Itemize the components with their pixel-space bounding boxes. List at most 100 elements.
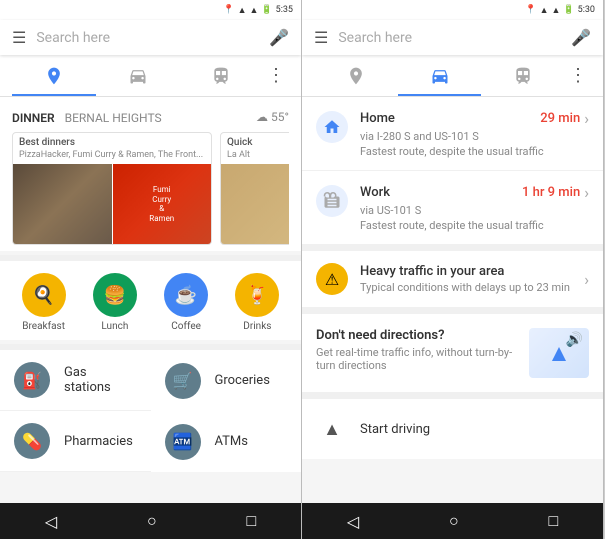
traffic-icon: ⚠ bbox=[316, 263, 348, 295]
right-back-button[interactable]: ◁ bbox=[327, 508, 379, 535]
work-route-icon bbox=[316, 185, 348, 217]
work-route-title: Work bbox=[360, 185, 390, 200]
breakfast-item[interactable]: 🍳 Breakfast bbox=[22, 273, 66, 332]
left-tab-driving[interactable] bbox=[96, 56, 180, 96]
card-best-dinners-label: Best dinners bbox=[13, 133, 211, 150]
right-mic-icon[interactable]: 🎤 bbox=[571, 28, 591, 47]
gas-icon: ⛽ bbox=[14, 362, 50, 398]
wifi-icon: ▲ bbox=[250, 5, 259, 16]
atms-item[interactable]: 🏧 ATMs bbox=[151, 411, 302, 472]
right-home-button[interactable]: ○ bbox=[429, 507, 479, 535]
quick-img-placeholder bbox=[221, 164, 289, 244]
home-note: Fastest route, despite the usual traffic bbox=[360, 145, 589, 158]
right-phone: 📍 ▲ ▲ 🔋 5:30 ☰ Search here 🎤 ⋮ bbox=[302, 0, 604, 539]
right-battery-icon: 🔋 bbox=[563, 5, 574, 15]
left-back-button[interactable]: ◁ bbox=[25, 508, 77, 535]
left-time: 5:35 bbox=[276, 5, 293, 15]
right-tab-more[interactable]: ⋮ bbox=[565, 55, 591, 96]
right-time: 5:30 bbox=[578, 5, 595, 15]
traffic-subtitle: Typical conditions with delays up to 23 … bbox=[360, 281, 572, 294]
gas-stations-item[interactable]: ⛽ Gas stations bbox=[0, 350, 151, 411]
gas-label: Gas stations bbox=[64, 365, 137, 395]
restaurant1-image bbox=[13, 164, 112, 244]
list-row-2: 💊 Pharmacies 🏧 ATMs bbox=[0, 411, 301, 472]
pharmacies-label: Pharmacies bbox=[64, 434, 133, 449]
right-tab-driving[interactable] bbox=[398, 56, 482, 96]
left-mic-icon[interactable]: 🎤 bbox=[269, 28, 289, 47]
left-status-bar: 📍 ▲ ▲ 🔋 5:35 bbox=[0, 0, 301, 20]
quick-card[interactable]: Quick La Alt bbox=[220, 132, 289, 245]
right-wifi-icon: ▲ bbox=[552, 5, 561, 16]
home-route-content: Home 29 min › via I-280 S and US-101 S F… bbox=[360, 109, 589, 158]
right-search-input[interactable]: Search here bbox=[338, 30, 561, 46]
left-tab-transit[interactable] bbox=[179, 56, 263, 96]
coffee-label: Coffee bbox=[171, 321, 201, 332]
atms-icon: 🏧 bbox=[165, 424, 201, 460]
right-status-bar: 📍 ▲ ▲ 🔋 5:30 bbox=[302, 0, 603, 20]
right-hamburger-icon[interactable]: ☰ bbox=[314, 28, 328, 47]
lunch-item[interactable]: 🍔 Lunch bbox=[93, 273, 137, 332]
left-tab-explore[interactable] bbox=[12, 56, 96, 96]
work-route[interactable]: Work 1 hr 9 min › via US-101 S Fastest r… bbox=[302, 171, 603, 245]
right-content: Home 29 min › via I-280 S and US-101 S F… bbox=[302, 97, 603, 503]
right-tab-explore[interactable] bbox=[314, 56, 398, 96]
restaurant-cards: Best dinners PizzaHacker, Fumi Curry & R… bbox=[12, 132, 289, 245]
left-home-button[interactable]: ○ bbox=[127, 507, 177, 535]
drinks-item[interactable]: 🍹 Drinks bbox=[235, 273, 279, 332]
home-time-row: 29 min › bbox=[540, 109, 589, 128]
pharmacies-item[interactable]: 💊 Pharmacies bbox=[0, 411, 151, 472]
traffic-title: Heavy traffic in your area bbox=[360, 264, 572, 279]
drinks-icon-circle: 🍹 bbox=[235, 273, 279, 317]
right-recent-button[interactable]: □ bbox=[528, 507, 578, 535]
breakfast-label: Breakfast bbox=[22, 321, 65, 332]
right-nav-tabs: ⋮ bbox=[302, 55, 603, 97]
work-route-meta: Work 1 hr 9 min › bbox=[360, 183, 589, 202]
dinner-section: DINNER BERNAL HEIGHTS ☁ 55° Best dinners… bbox=[0, 97, 301, 251]
left-search-input[interactable]: Search here bbox=[36, 30, 259, 46]
home-route-row: Home 29 min › via I-280 S and US-101 S F… bbox=[316, 109, 589, 158]
restaurant2-image: FumiCurry&Ramen bbox=[112, 164, 212, 244]
coffee-item[interactable]: ☕ Coffee bbox=[164, 273, 208, 332]
right-tab-transit[interactable] bbox=[481, 56, 565, 96]
places-list: ⛽ Gas stations 🛒 Groceries 💊 Pharmacies … bbox=[0, 350, 301, 472]
no-dir-graphic: 🔊 ▲ bbox=[529, 328, 589, 378]
home-route[interactable]: Home 29 min › via I-280 S and US-101 S F… bbox=[302, 97, 603, 171]
work-route-content: Work 1 hr 9 min › via US-101 S Fastest r… bbox=[360, 183, 589, 232]
left-search-bar: ☰ Search here 🎤 bbox=[0, 20, 301, 55]
start-driving-icon: ▲ bbox=[316, 413, 348, 445]
main-restaurant-card[interactable]: Best dinners PizzaHacker, Fumi Curry & R… bbox=[12, 132, 212, 245]
start-driving[interactable]: ▲ Start driving bbox=[302, 399, 603, 459]
drinks-label: Drinks bbox=[243, 321, 271, 332]
restaurant2-text: FumiCurry&Ramen bbox=[149, 185, 174, 223]
list-row-1: ⛽ Gas stations 🛒 Groceries bbox=[0, 350, 301, 411]
home-route-title: Home bbox=[360, 111, 395, 126]
work-route-arrow: › bbox=[584, 183, 589, 202]
card-images: FumiCurry&Ramen bbox=[13, 164, 211, 244]
home-route-arrow: › bbox=[584, 109, 589, 128]
left-recent-button[interactable]: □ bbox=[226, 507, 276, 535]
breakfast-icon-circle: 🍳 bbox=[22, 273, 66, 317]
right-location-icon: 📍 bbox=[525, 5, 536, 15]
work-time-row: 1 hr 9 min › bbox=[522, 183, 589, 202]
card-best-dinners-sub: PizzaHacker, Fumi Curry & Ramen, The Fro… bbox=[13, 150, 211, 164]
right-status-icons: 📍 ▲ ▲ 🔋 5:30 bbox=[525, 5, 595, 16]
traffic-alert[interactable]: ⚠ Heavy traffic in your area Typical con… bbox=[302, 251, 603, 308]
left-hamburger-icon[interactable]: ☰ bbox=[12, 28, 26, 47]
quick-sub: La Alt bbox=[221, 150, 289, 164]
groceries-item[interactable]: 🛒 Groceries bbox=[151, 350, 302, 411]
traffic-content: Heavy traffic in your area Typical condi… bbox=[360, 264, 572, 294]
dinner-location: BERNAL HEIGHTS bbox=[65, 111, 162, 125]
category-icons: 🍳 Breakfast 🍔 Lunch ☕ Coffee 🍹 bbox=[0, 261, 301, 340]
no-dir-subtitle: Get real-time traffic info, without turn… bbox=[316, 346, 517, 372]
lunch-label: Lunch bbox=[101, 321, 128, 332]
pharmacies-icon: 💊 bbox=[14, 423, 50, 459]
dinner-label: DINNER bbox=[12, 111, 55, 125]
location-icon: 📍 bbox=[223, 5, 234, 15]
no-directions: Don't need directions? Get real-time tra… bbox=[302, 314, 603, 393]
lunch-icon-circle: 🍔 bbox=[93, 273, 137, 317]
right-bottom-nav: ◁ ○ □ bbox=[302, 503, 603, 539]
left-tab-more[interactable]: ⋮ bbox=[263, 55, 289, 96]
home-route-meta: Home 29 min › bbox=[360, 109, 589, 128]
dinner-title-row: DINNER BERNAL HEIGHTS bbox=[12, 107, 162, 126]
traffic-arrow: › bbox=[584, 270, 589, 289]
